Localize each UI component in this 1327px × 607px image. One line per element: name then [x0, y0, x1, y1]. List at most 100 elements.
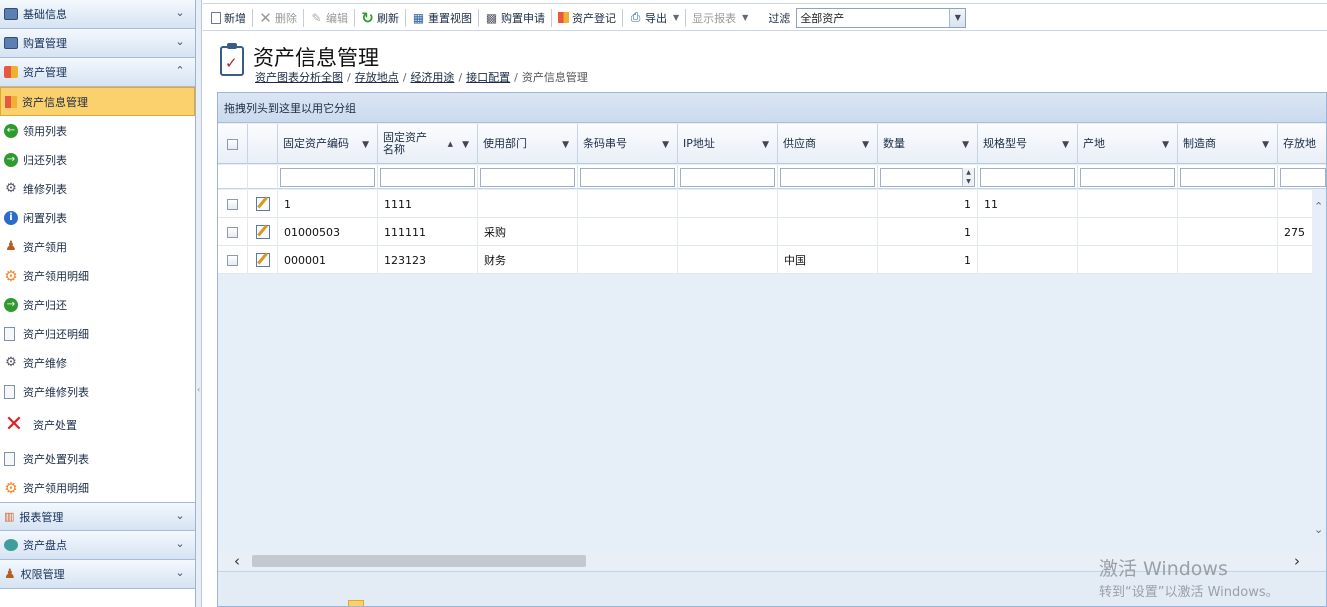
show-report-button[interactable]: 显示报表 ▼: [688, 7, 752, 29]
breadcrumb-link-chart[interactable]: 资产图表分析全图: [255, 71, 343, 84]
filter-funnel-icon[interactable]: ▼: [662, 139, 669, 151]
row-checkbox[interactable]: [227, 198, 238, 210]
sidebar-group-asset[interactable]: 资产管理 ⌃: [0, 58, 195, 87]
breadcrumb-link-usage[interactable]: 经济用途: [410, 71, 454, 84]
sidebar-item-asset-info[interactable]: 资产信息管理: [0, 87, 195, 116]
cell-spec: [978, 218, 1078, 246]
reset-view-button[interactable]: ▦ 重置视图: [408, 7, 476, 29]
sidebar-item-borrow-detail-2[interactable]: ⚙ 资产领用明细: [0, 473, 195, 502]
sidebar-group-purchase[interactable]: 购置管理 ⌄: [0, 29, 195, 58]
scrollbar-thumb[interactable]: [252, 555, 586, 567]
spinner-arrows-icon[interactable]: ▲ ▼: [962, 168, 974, 186]
sidebar-group-permissions[interactable]: ♟ 权限管理 ⌄: [0, 560, 195, 589]
sidebar-item-asset-return[interactable]: → 资产归还: [0, 290, 195, 319]
column-header-qty[interactable]: 数量 ▼: [878, 124, 978, 164]
sidebar-group-reports[interactable]: ▥ 报表管理 ⌄: [0, 502, 195, 531]
filter-input-spec[interactable]: [980, 167, 1075, 187]
filter-input-origin[interactable]: [1080, 167, 1175, 187]
sidebar-item-label: 资产领用: [23, 240, 67, 254]
scroll-left-icon[interactable]: ‹: [234, 552, 240, 570]
filter-funnel-icon[interactable]: ▼: [562, 139, 569, 151]
column-header-label: 产地: [1083, 137, 1105, 150]
table-row[interactable]: 01000503 111111 采购 1 275: [218, 218, 1326, 246]
edit-icon[interactable]: [255, 253, 270, 267]
filter-funnel-icon[interactable]: ▼: [862, 139, 869, 151]
filter-input-supplier[interactable]: [780, 167, 875, 187]
pager-current-page[interactable]: [348, 600, 364, 606]
cell-barcode: [578, 190, 678, 218]
dropdown-caret-icon[interactable]: ▼: [949, 8, 966, 27]
filter-input-dept[interactable]: [480, 167, 575, 187]
row-checkbox[interactable]: [227, 254, 238, 266]
group-by-panel[interactable]: 拖拽列头到这里以用它分组: [218, 93, 1326, 123]
column-header-ip[interactable]: IP地址 ▼: [678, 124, 778, 164]
table-row[interactable]: 1 1111 1 11: [218, 190, 1326, 218]
column-header-location[interactable]: 存放地: [1278, 124, 1326, 164]
column-header-maker[interactable]: 制造商 ▼: [1178, 124, 1278, 164]
column-header-code[interactable]: 固定资产编码 ▼: [278, 124, 378, 164]
filter-cell: [478, 165, 578, 189]
purchase-request-button[interactable]: ▩ 购置申请: [481, 7, 549, 29]
cell-maker: [1178, 218, 1278, 246]
gear-icon: ⚙: [4, 478, 18, 497]
filter-input-qty[interactable]: [880, 167, 975, 187]
sidebar-item-borrow-detail[interactable]: ⚙ 资产领用明细: [0, 261, 195, 290]
sidebar-splitter[interactable]: ‹: [196, 0, 202, 607]
delete-button[interactable]: ✕ 删除: [255, 7, 301, 29]
sidebar-item-return-list[interactable]: → 归还列表: [0, 145, 195, 174]
edit-icon[interactable]: [255, 197, 270, 211]
sidebar-item-asset-disposal[interactable]: ✕ 资产处置: [0, 406, 195, 444]
scroll-down-icon[interactable]: ⌄: [1314, 523, 1323, 536]
select-all-checkbox[interactable]: [227, 138, 238, 150]
sidebar-item-return-detail[interactable]: 资产归还明细: [0, 319, 195, 348]
filter-funnel-icon[interactable]: ▼: [962, 139, 969, 151]
row-checkbox[interactable]: [227, 226, 238, 238]
export-button[interactable]: ⎙ 导出 ▼: [625, 7, 683, 29]
bar-chart-icon: ▥: [4, 510, 15, 523]
column-header-barcode[interactable]: 条码串号 ▼: [578, 124, 678, 164]
breadcrumb-link-interface[interactable]: 接口配置: [466, 71, 510, 84]
sidebar-group-label: 资产盘点: [23, 539, 67, 552]
sidebar-item-asset-repair[interactable]: ⚙ 资产维修: [0, 348, 195, 377]
chevron-down-icon: ⌄: [175, 6, 185, 19]
column-header-dept[interactable]: 使用部门 ▼: [478, 124, 578, 164]
sidebar-group-inventory[interactable]: 资产盘点 ⌄: [0, 531, 195, 560]
filter-input-maker[interactable]: [1180, 167, 1275, 187]
column-header-spec[interactable]: 规格型号 ▼: [978, 124, 1078, 164]
filter-select[interactable]: 全部资产 ▼: [796, 7, 967, 28]
filter-input-ip[interactable]: [680, 167, 775, 187]
filter-funnel-icon[interactable]: ▼: [762, 139, 769, 151]
table-row[interactable]: 000001 123123 财务 中国 1: [218, 246, 1326, 274]
sidebar-item-disposal-list[interactable]: 资产处置列表: [0, 444, 195, 473]
filter-cell: [378, 165, 478, 189]
user-icon: ♟: [4, 566, 16, 582]
sidebar-item-borrow-list[interactable]: ← 领用列表: [0, 116, 195, 145]
edit-button[interactable]: ✎ 编辑: [306, 7, 352, 29]
scroll-right-icon[interactable]: ›: [1294, 552, 1300, 570]
filter-input-barcode[interactable]: [580, 167, 675, 187]
sidebar-item-repair-records[interactable]: 资产维修列表: [0, 377, 195, 406]
column-header-origin[interactable]: 产地 ▼: [1078, 124, 1178, 164]
filter-input-location[interactable]: [1280, 167, 1326, 187]
column-header-supplier[interactable]: 供应商 ▼: [778, 124, 878, 164]
edit-icon[interactable]: [255, 225, 270, 239]
sidebar-item-idle-list[interactable]: i 闲置列表: [0, 203, 195, 232]
filter-funnel-icon[interactable]: ▼: [462, 139, 469, 151]
new-button[interactable]: 新增: [207, 7, 250, 29]
filter-funnel-icon[interactable]: ▼: [1262, 139, 1269, 151]
filter-input-code[interactable]: [280, 167, 375, 187]
filter-funnel-icon[interactable]: ▼: [1162, 139, 1169, 151]
sidebar-item-repair-list[interactable]: ⚙ 维修列表: [0, 174, 195, 203]
column-header-name[interactable]: 固定资产名称 ▲ ▼: [378, 124, 478, 164]
scroll-up-icon[interactable]: ⌃: [1314, 200, 1323, 213]
breadcrumb-link-location[interactable]: 存放地点: [355, 71, 399, 84]
asset-register-button[interactable]: 资产登记: [554, 7, 620, 29]
filter-funnel-icon[interactable]: ▼: [1062, 139, 1069, 151]
filter-funnel-icon[interactable]: ▼: [362, 139, 369, 151]
refresh-button[interactable]: ↻ 刷新: [357, 7, 403, 29]
vertical-scrollbar[interactable]: ⌃ ⌄: [1312, 190, 1326, 542]
sidebar-item-label: 资产领用明细: [23, 481, 89, 495]
filter-input-name[interactable]: [380, 167, 475, 187]
sidebar-group-basic-info[interactable]: 基础信息 ⌄: [0, 0, 195, 29]
sidebar-item-asset-borrow[interactable]: ♟ 资产领用: [0, 232, 195, 261]
